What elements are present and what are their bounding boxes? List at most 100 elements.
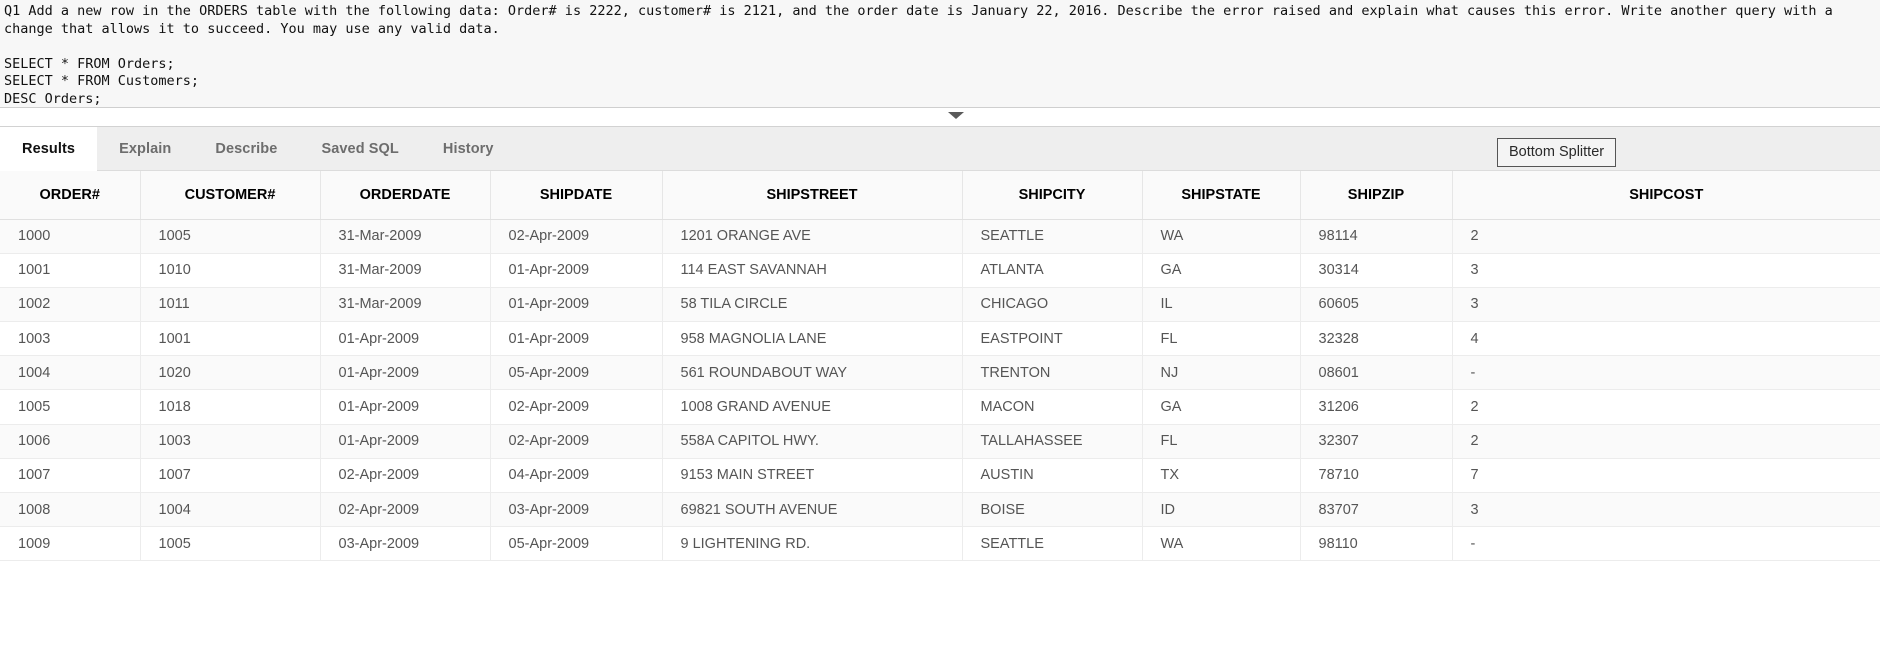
table-cell-orderdate: 01-Apr-2009 [320, 424, 490, 458]
table-cell-shipstate: WA [1142, 219, 1300, 253]
sql-editor-text[interactable]: Q1 Add a new row in the ORDERS table wit… [0, 0, 1880, 107]
table-cell-shipcity: TRENTON [962, 356, 1142, 390]
column-header-shipzip[interactable]: SHIPZIP [1300, 171, 1452, 219]
table-cell-shipzip: 83707 [1300, 493, 1452, 527]
table-cell-orderdate: 31-Mar-2009 [320, 287, 490, 321]
table-row[interactable]: 1003100101-Apr-200901-Apr-2009958 MAGNOL… [0, 322, 1880, 356]
table-cell-order: 1006 [0, 424, 140, 458]
column-header-orderdate[interactable]: ORDERDATE [320, 171, 490, 219]
column-header-shipcity[interactable]: SHIPCITY [962, 171, 1142, 219]
table-cell-shipstreet: 1008 GRAND AVENUE [662, 390, 962, 424]
table-cell-shipdate: 01-Apr-2009 [490, 287, 662, 321]
table-cell-shipzip: 31206 [1300, 390, 1452, 424]
table-cell-customer: 1001 [140, 322, 320, 356]
table-cell-shipzip: 78710 [1300, 458, 1452, 492]
table-row[interactable]: 1007100702-Apr-200904-Apr-20099153 MAIN … [0, 458, 1880, 492]
table-cell-shipdate: 02-Apr-2009 [490, 390, 662, 424]
table-cell-shipstate: WA [1142, 527, 1300, 561]
table-row[interactable]: 1009100503-Apr-200905-Apr-20099 LIGHTENI… [0, 527, 1880, 561]
table-cell-order: 1008 [0, 493, 140, 527]
table-row[interactable]: 1004102001-Apr-200905-Apr-2009561 ROUNDA… [0, 356, 1880, 390]
table-cell-shipcost: 4 [1452, 322, 1880, 356]
table-cell-shipstate: FL [1142, 322, 1300, 356]
table-row[interactable]: 1006100301-Apr-200902-Apr-2009558A CAPIT… [0, 424, 1880, 458]
table-cell-shipcost: - [1452, 527, 1880, 561]
sql-editor-pane[interactable]: Q1 Add a new row in the ORDERS table wit… [0, 0, 1880, 108]
tab-describe-label: Describe [215, 141, 277, 157]
table-cell-customer: 1007 [140, 458, 320, 492]
table-cell-customer: 1005 [140, 527, 320, 561]
table-row[interactable]: 1008100402-Apr-200903-Apr-200969821 SOUT… [0, 493, 1880, 527]
table-cell-shipcost: 3 [1452, 253, 1880, 287]
table-cell-shipcity: AUSTIN [962, 458, 1142, 492]
column-header-shipstate[interactable]: SHIPSTATE [1142, 171, 1300, 219]
column-header-customer-number[interactable]: CUSTOMER# [140, 171, 320, 219]
table-cell-shipstreet: 9153 MAIN STREET [662, 458, 962, 492]
table-cell-customer: 1004 [140, 493, 320, 527]
table-cell-shipdate: 01-Apr-2009 [490, 322, 662, 356]
results-tab-strip: Results Explain Describe Saved SQL Histo… [0, 127, 1880, 171]
table-cell-customer: 1003 [140, 424, 320, 458]
table-cell-customer: 1020 [140, 356, 320, 390]
table-cell-order: 1004 [0, 356, 140, 390]
table-cell-shipstreet: 69821 SOUTH AVENUE [662, 493, 962, 527]
chevron-down-icon[interactable] [948, 112, 964, 119]
table-cell-shipstate: IL [1142, 287, 1300, 321]
table-row[interactable]: 1005101801-Apr-200902-Apr-20091008 GRAND… [0, 390, 1880, 424]
tab-explain[interactable]: Explain [97, 127, 193, 171]
table-cell-shipstate: ID [1142, 493, 1300, 527]
table-cell-shipstate: TX [1142, 458, 1300, 492]
table-cell-shipcost: 2 [1452, 219, 1880, 253]
column-header-shipstreet[interactable]: SHIPSTREET [662, 171, 962, 219]
table-cell-shipzip: 60605 [1300, 287, 1452, 321]
tab-results[interactable]: Results [0, 127, 97, 171]
table-row[interactable]: 1002101131-Mar-200901-Apr-200958 TILA CI… [0, 287, 1880, 321]
table-cell-shipcity: CHICAGO [962, 287, 1142, 321]
tab-describe[interactable]: Describe [193, 127, 299, 171]
table-cell-shipstate: GA [1142, 390, 1300, 424]
table-cell-orderdate: 01-Apr-2009 [320, 356, 490, 390]
table-cell-order: 1000 [0, 219, 140, 253]
table-cell-shipstate: GA [1142, 253, 1300, 287]
tab-history[interactable]: History [421, 127, 516, 171]
editor-results-splitter[interactable] [0, 108, 1880, 127]
table-cell-shipstreet: 561 ROUNDABOUT WAY [662, 356, 962, 390]
table-cell-shipzip: 30314 [1300, 253, 1452, 287]
table-cell-orderdate: 02-Apr-2009 [320, 458, 490, 492]
table-cell-orderdate: 31-Mar-2009 [320, 219, 490, 253]
table-cell-shipzip: 32328 [1300, 322, 1452, 356]
table-cell-shipdate: 02-Apr-2009 [490, 424, 662, 458]
table-cell-shipcity: ATLANTA [962, 253, 1142, 287]
table-cell-shipcost: 2 [1452, 390, 1880, 424]
tab-results-label: Results [22, 141, 75, 157]
bottom-splitter-tooltip: Bottom Splitter [1497, 138, 1616, 167]
table-row[interactable]: 1001101031-Mar-200901-Apr-2009114 EAST S… [0, 253, 1880, 287]
table-cell-shipstreet: 1201 ORANGE AVE [662, 219, 962, 253]
tab-saved-sql[interactable]: Saved SQL [299, 127, 420, 171]
tab-history-label: History [443, 141, 494, 157]
table-cell-shipcity: TALLAHASSEE [962, 424, 1142, 458]
orders-results-table: ORDER# CUSTOMER# ORDERDATE SHIPDATE SHIP… [0, 171, 1880, 561]
results-table-head: ORDER# CUSTOMER# ORDERDATE SHIPDATE SHIP… [0, 171, 1880, 219]
table-cell-shipdate: 01-Apr-2009 [490, 253, 662, 287]
table-cell-shipcity: SEATTLE [962, 527, 1142, 561]
column-header-order-number[interactable]: ORDER# [0, 171, 140, 219]
table-row[interactable]: 1000100531-Mar-200902-Apr-20091201 ORANG… [0, 219, 1880, 253]
table-cell-shipstreet: 58 TILA CIRCLE [662, 287, 962, 321]
column-header-shipcost[interactable]: SHIPCOST [1452, 171, 1880, 219]
table-cell-shipdate: 05-Apr-2009 [490, 356, 662, 390]
table-cell-shipcost: 3 [1452, 287, 1880, 321]
column-header-shipdate[interactable]: SHIPDATE [490, 171, 662, 219]
table-cell-shipdate: 05-Apr-2009 [490, 527, 662, 561]
table-cell-order: 1009 [0, 527, 140, 561]
table-cell-shipcity: BOISE [962, 493, 1142, 527]
table-cell-shipcity: EASTPOINT [962, 322, 1142, 356]
table-cell-shipzip: 98114 [1300, 219, 1452, 253]
tab-explain-label: Explain [119, 141, 171, 157]
table-cell-customer: 1005 [140, 219, 320, 253]
table-cell-order: 1003 [0, 322, 140, 356]
results-header-row: ORDER# CUSTOMER# ORDERDATE SHIPDATE SHIP… [0, 171, 1880, 219]
table-cell-order: 1005 [0, 390, 140, 424]
table-cell-customer: 1018 [140, 390, 320, 424]
table-cell-shipstate: FL [1142, 424, 1300, 458]
